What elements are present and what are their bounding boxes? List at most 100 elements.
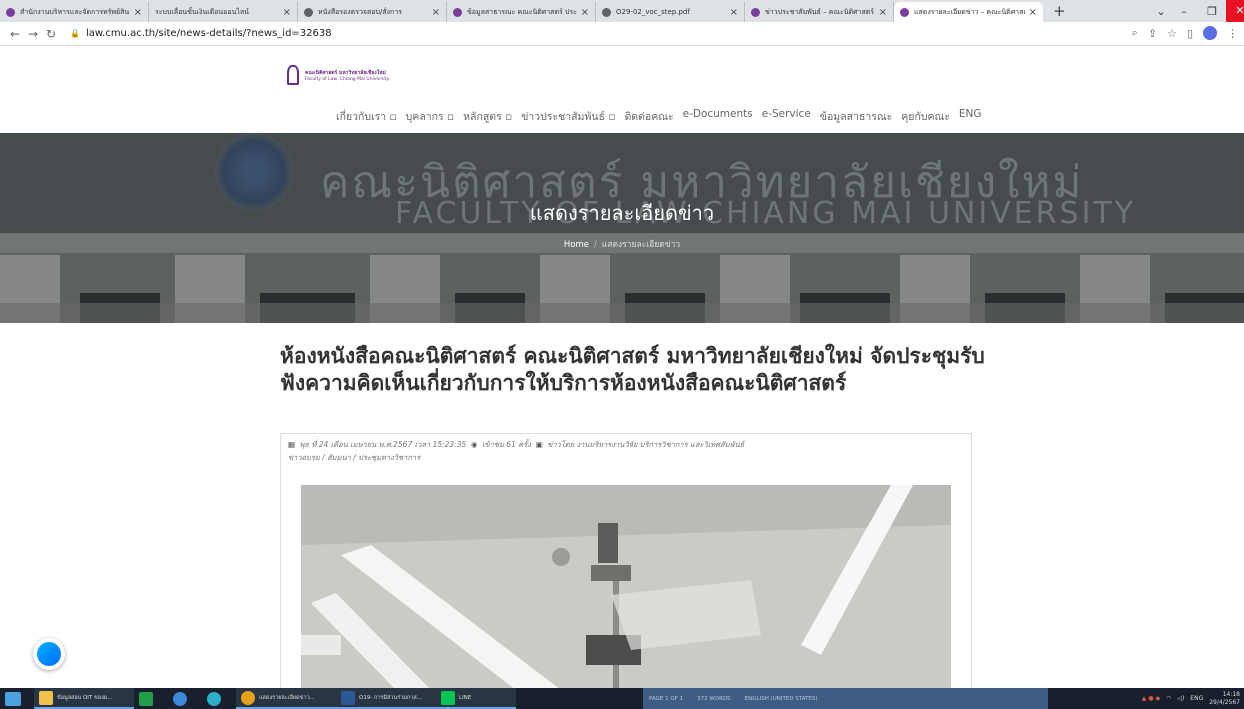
taskbar-item-ie[interactable] bbox=[168, 688, 202, 709]
eye-icon: ◉ bbox=[471, 440, 478, 449]
taskbar-item-chrome[interactable]: แสดงรายละเอียดข่าว... bbox=[236, 688, 336, 709]
store-icon bbox=[139, 691, 153, 706]
nav-item-about[interactable]: เกี่ยวกับเรา ▫ bbox=[336, 108, 397, 125]
breadcrumb: Home / แสดงรายละเอียดข่าว bbox=[0, 237, 1244, 251]
back-icon[interactable]: ← bbox=[6, 27, 24, 41]
taskbar-item-edge[interactable] bbox=[202, 688, 236, 709]
nav-item-contact[interactable]: ติดต่อคณะ bbox=[624, 108, 673, 125]
windows-logo-icon bbox=[5, 691, 21, 706]
close-tab-icon[interactable]: × bbox=[134, 7, 142, 18]
nav-item-e-service[interactable]: e-Service bbox=[762, 108, 811, 125]
tray-app-icons[interactable]: ▲ ● ◆ bbox=[1142, 695, 1160, 702]
chrome-icon bbox=[241, 690, 255, 705]
nav-item-news[interactable]: ข่าวประชาสัมพันธ์ ▫ bbox=[521, 108, 615, 125]
taskbar-item-store[interactable] bbox=[134, 688, 168, 709]
nav-item-programs[interactable]: หลักสูตร ▫ bbox=[463, 108, 512, 125]
menu-kebab-icon[interactable]: ⋮ bbox=[1227, 27, 1238, 40]
globe-icon bbox=[304, 7, 313, 17]
profile-avatar[interactable] bbox=[1203, 26, 1217, 40]
site-favicon-icon bbox=[6, 7, 15, 17]
system-tray: ▲ ● ◆ ◠ ◁) ENG 14:18 29/4/2567 bbox=[1142, 688, 1240, 709]
taskbar-item-line[interactable]: LINE bbox=[436, 688, 516, 709]
reload-icon[interactable]: ↻ bbox=[42, 27, 60, 41]
wifi-icon[interactable]: ◠ bbox=[1166, 695, 1171, 702]
breadcrumb-current: แสดงรายละเอียดข่าว bbox=[601, 240, 681, 250]
ceiling-projector-photo bbox=[301, 485, 951, 690]
globe-icon bbox=[602, 7, 611, 17]
main-navigation: เกี่ยวกับเรา ▫ บุคลากร ▫ หลักสูตร ▫ ข่าว… bbox=[336, 108, 982, 125]
tab-label: O29-02_voc_step.pdf bbox=[616, 8, 690, 16]
close-tab-icon[interactable]: × bbox=[879, 7, 887, 18]
browser-tab[interactable]: ข้อมูลสาธารณะ คณะนิติศาสตร์ ประจำ × bbox=[447, 2, 596, 22]
nav-item-staff[interactable]: บุคลากร ▫ bbox=[406, 108, 455, 125]
bookmark-star-icon[interactable]: ☆ bbox=[1167, 27, 1177, 40]
tab-label: ระบบเลื่อนขั้นเงินเดือนออนไลน์ bbox=[155, 7, 249, 16]
internet-explorer-icon bbox=[173, 691, 187, 706]
lock-icon[interactable]: 🔒 bbox=[70, 29, 80, 38]
chevron-down-icon: ▫ bbox=[608, 111, 616, 123]
chevron-down-icon: ▫ bbox=[447, 111, 455, 123]
browser-tab[interactable]: หนังสือรองตรวจสอบ/สั่งการ × bbox=[298, 2, 447, 22]
browser-tab[interactable]: O29-02_voc_step.pdf × bbox=[596, 2, 745, 22]
tab-label: หนังสือรองตรวจสอบ/สั่งการ bbox=[318, 7, 402, 16]
side-panel-icon[interactable]: ▯ bbox=[1187, 27, 1193, 40]
breadcrumb-separator: / bbox=[593, 240, 597, 250]
tab-label: ข่าวประชาสัมพันธ์ – คณะนิติศาสตร์ bbox=[765, 7, 875, 16]
folder-icon bbox=[39, 690, 53, 705]
browser-tab[interactable]: ข่าวประชาสัมพันธ์ – คณะนิติศาสตร์ × bbox=[745, 2, 894, 22]
address-bar[interactable]: law.cmu.ac.th/site/news-details/?news_id… bbox=[86, 28, 332, 39]
share-icon[interactable]: ⇪ bbox=[1148, 27, 1157, 40]
faculty-logo[interactable]: คณะนิติศาสตร์ มหาวิทยาลัยเชียงใหม่ Facul… bbox=[287, 65, 389, 85]
taskbar-item-word[interactable]: O19- การมีส่วนร่วมกาส... bbox=[336, 688, 436, 709]
browser-tab-active[interactable]: แสดงรายละเอียดข่าว – คณะนิติศาสตร์ × bbox=[894, 2, 1043, 22]
page-title: แสดงรายละเอียดข่าว bbox=[529, 201, 715, 225]
nav-item-talk-to-faculty[interactable]: คุยกับคณะ bbox=[901, 108, 950, 125]
close-window-icon[interactable]: ✕ bbox=[1226, 0, 1244, 22]
zoom-icon[interactable]: ⌕ bbox=[1132, 26, 1138, 40]
tab-label: แสดงรายละเอียดข่าว – คณะนิติศาสตร์ bbox=[914, 7, 1025, 16]
start-button[interactable] bbox=[0, 688, 34, 709]
word-status-bar: PAGE 1 OF 1 372 WORDS ENGLISH (UNITED ST… bbox=[643, 688, 1048, 709]
new-tab-button[interactable]: + bbox=[1043, 2, 1076, 22]
windows-taskbar: ข้อมูลสอบ OIT ของม... แสดงรายละเอียดข่าว… bbox=[0, 688, 1244, 709]
close-tab-icon[interactable]: × bbox=[581, 7, 589, 18]
close-tab-icon[interactable]: × bbox=[283, 7, 291, 18]
line-app-icon bbox=[441, 690, 455, 705]
article-category[interactable]: ข่าวอบรม / สัมมนา / ประชุมทางวิชาการ bbox=[288, 453, 420, 462]
browser-tab[interactable]: สำนักงานบริหารและจัดการทรัพย์สิน × bbox=[0, 2, 149, 22]
chevron-down-icon: ▫ bbox=[505, 111, 513, 123]
chevron-down-icon: ▫ bbox=[389, 111, 397, 123]
article-photo bbox=[301, 485, 951, 690]
site-favicon-icon bbox=[900, 7, 909, 17]
browser-tab[interactable]: ระบบเลื่อนขั้นเงินเดือนออนไลน์ × bbox=[149, 2, 298, 22]
breadcrumb-home-link[interactable]: Home bbox=[564, 240, 589, 250]
tab-label: ข้อมูลสาธารณะ คณะนิติศาสตร์ ประจำ bbox=[467, 7, 577, 16]
article-views: เข้าชม 61 ครั้ง bbox=[481, 440, 531, 449]
close-tab-icon[interactable]: × bbox=[1029, 7, 1037, 18]
clock[interactable]: 14:18 29/4/2567 bbox=[1209, 691, 1240, 707]
maximize-icon[interactable]: ❐ bbox=[1198, 5, 1226, 18]
close-tab-icon[interactable]: × bbox=[730, 7, 738, 18]
browser-tab-strip: สำนักงานบริหารและจัดการทรัพย์สิน × ระบบเล… bbox=[0, 0, 1244, 22]
tab-label: สำนักงานบริหารและจัดการทรัพย์สิน bbox=[20, 7, 130, 16]
chevron-down-icon[interactable]: ⌄ bbox=[1152, 5, 1170, 18]
input-language[interactable]: ENG bbox=[1190, 695, 1203, 702]
close-tab-icon[interactable]: × bbox=[432, 7, 440, 18]
article-title: ห้องหนังสือคณะนิติศาสตร์ คณะนิติศาสตร์ ม… bbox=[280, 344, 985, 395]
nav-item-public-info[interactable]: ข้อมูลสาธารณะ bbox=[820, 108, 892, 125]
volume-icon[interactable]: ◁) bbox=[1177, 695, 1184, 702]
messenger-icon bbox=[37, 642, 61, 666]
window-controls: ⌄ – ❐ ✕ bbox=[1152, 0, 1244, 22]
browser-toolbar: ← → ↻ 🔒 law.cmu.ac.th/site/news-details/… bbox=[0, 22, 1244, 46]
site-favicon-icon bbox=[751, 7, 760, 17]
forward-icon[interactable]: → bbox=[24, 27, 42, 41]
nav-item-e-documents[interactable]: e-Documents bbox=[683, 108, 753, 125]
taskbar-item-explorer[interactable]: ข้อมูลสอบ OIT ของม... bbox=[34, 688, 134, 709]
logo-text-en: Faculty of Law, Chiang Mai University bbox=[305, 76, 390, 82]
site-favicon-icon bbox=[453, 7, 462, 17]
nav-item-eng[interactable]: ENG bbox=[959, 108, 982, 125]
minimize-icon[interactable]: – bbox=[1170, 5, 1198, 18]
calendar-icon: ▦ bbox=[288, 440, 296, 449]
edge-icon bbox=[207, 691, 221, 706]
messenger-chat-button[interactable] bbox=[33, 638, 65, 670]
